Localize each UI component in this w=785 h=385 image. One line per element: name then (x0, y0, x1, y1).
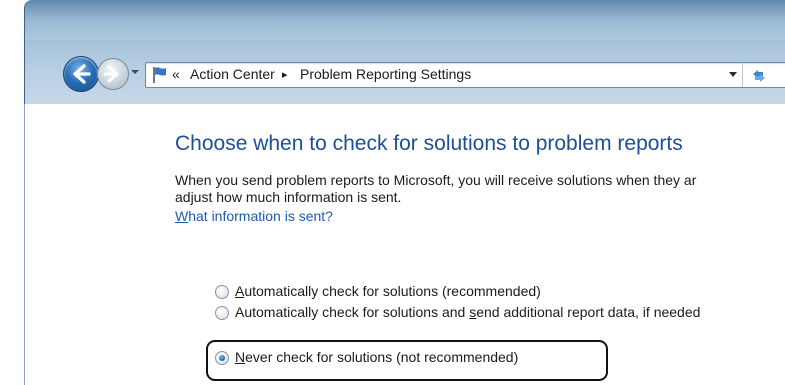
recent-pages-chevron-down-icon[interactable] (129, 65, 141, 79)
title-bar: « Action Center ▸ Problem Reporting Sett… (24, 0, 785, 104)
content-pane: Choose when to check for solutions to pr… (24, 104, 785, 385)
breadcrumb-separator-icon[interactable]: ▸ (282, 68, 288, 81)
link-text: hat information is sent? (188, 208, 333, 224)
back-arrow-icon (73, 64, 91, 84)
radio-auto-check[interactable] (215, 285, 229, 299)
window: « Action Center ▸ Problem Reporting Sett… (0, 0, 785, 385)
breadcrumb-problem-reporting-settings[interactable]: Problem Reporting Settings (300, 66, 471, 82)
address-divider (742, 63, 743, 87)
radio-auto-check-send-data[interactable] (215, 306, 229, 320)
refresh-icon[interactable] (748, 66, 770, 84)
page-description: When you send problem reports to Microso… (175, 172, 696, 206)
forward-button[interactable] (97, 58, 129, 90)
back-button[interactable] (63, 56, 99, 92)
breadcrumb-overflow[interactable]: « (172, 66, 180, 82)
highlight-callout (206, 340, 608, 381)
breadcrumb-action-center[interactable]: Action Center (190, 66, 275, 82)
option-label: utomatically check for solutions (recomm… (244, 283, 541, 299)
address-chevron-down-icon[interactable] (728, 71, 738, 79)
option-label: end additional report data, if needed (476, 304, 701, 320)
what-information-link[interactable]: What information is sent? (175, 208, 333, 224)
description-line-1: When you send problem reports to Microso… (175, 172, 697, 188)
option-label-prefix: Automatically check for solutions and (235, 304, 470, 320)
description-line-2: adjust how much information is sent. (175, 189, 402, 205)
page-title: Choose when to check for solutions to pr… (175, 132, 683, 155)
link-accesskey: W (175, 208, 189, 224)
option-accesskey: A (235, 283, 245, 299)
forward-arrow-icon (103, 65, 119, 83)
address-bar[interactable]: « Action Center ▸ Problem Reporting Sett… (145, 62, 785, 88)
flag-icon (153, 67, 166, 83)
